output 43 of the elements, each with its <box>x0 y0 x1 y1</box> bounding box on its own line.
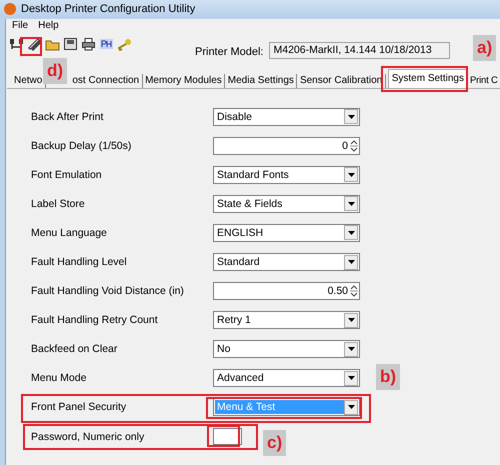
setting-label: Label Store <box>30 198 86 210</box>
tab[interactable]: System Settings <box>388 69 468 88</box>
spin-field[interactable]: 0.50 <box>213 282 360 300</box>
dropdown[interactable]: Standard <box>213 253 360 272</box>
dropdown[interactable]: No <box>213 340 360 358</box>
annotation-label: d) <box>43 58 68 84</box>
dropdown[interactable]: ENGLISH <box>213 224 360 242</box>
menu-item[interactable]: Help <box>38 20 59 32</box>
spinner-icon[interactable] <box>350 284 358 298</box>
dropdown[interactable]: Standard Fonts <box>213 166 360 184</box>
setting-label: Menu Language <box>30 226 108 239</box>
setting-label: Password, Numeric only <box>30 430 146 443</box>
spin-field[interactable]: 0 <box>213 136 360 155</box>
setting-label: Front Panel Security <box>30 401 128 414</box>
setting-label: Menu Mode <box>30 372 88 384</box>
printer-model-field: M4206-MarkII, 14.144 10/18/2013 <box>269 42 450 58</box>
network-icon[interactable] <box>9 37 25 51</box>
annotation-label: a) <box>473 35 496 61</box>
setting-label: Fault Handling Void Distance (in) <box>30 285 185 298</box>
annotation-frame <box>20 37 42 56</box>
dropdown[interactable]: Retry 1 <box>213 311 360 330</box>
printer-model-label: Printer Model: <box>195 46 264 58</box>
app-logo-icon <box>4 3 16 15</box>
annotation-label: b) <box>376 364 400 390</box>
annotation-label: c) <box>263 430 286 456</box>
setting-label: Fault Handling Retry Count <box>30 314 159 326</box>
dropdown[interactable]: Advanced <box>213 369 360 388</box>
setting-label: Back After Print <box>30 110 104 123</box>
spinner-icon[interactable] <box>350 138 358 153</box>
setting-label: Fault Handling Level <box>30 256 128 268</box>
menu-item[interactable]: File <box>12 20 28 32</box>
save-icon[interactable] <box>63 37 79 51</box>
setting-label: Backup Delay (1/50s) <box>30 140 132 152</box>
tools-icon[interactable] <box>27 37 43 51</box>
tab[interactable]: Print C <box>468 74 498 88</box>
window-title: Desktop Printer Configuration Utility <box>21 3 196 15</box>
dropdown[interactable]: State & Fields <box>213 194 360 213</box>
setting-label: Backfeed on Clear <box>30 343 118 356</box>
dropdown[interactable]: Disable <box>213 108 360 126</box>
setting-label: Font Emulation <box>30 168 103 181</box>
printer-icon[interactable] <box>81 37 97 51</box>
ph-icon[interactable] <box>99 37 115 51</box>
password-field[interactable] <box>213 428 242 446</box>
